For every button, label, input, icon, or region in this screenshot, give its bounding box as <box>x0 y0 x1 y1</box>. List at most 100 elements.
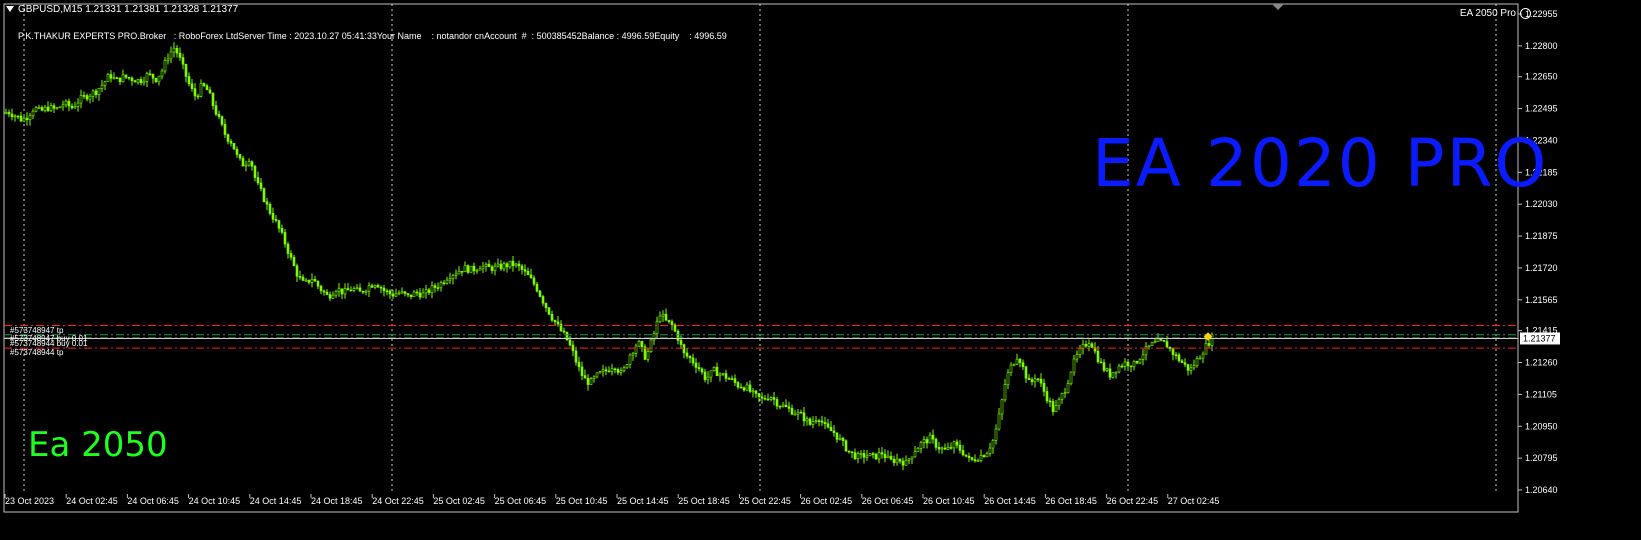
candle-body <box>277 220 281 229</box>
candle-body <box>1180 360 1184 363</box>
candle-body <box>1009 364 1013 374</box>
candle-body <box>469 265 473 273</box>
candle-body <box>1147 345 1151 347</box>
candle-body <box>52 105 56 109</box>
candle-body <box>25 117 29 121</box>
candle-body <box>583 375 587 379</box>
candle-body <box>601 369 605 372</box>
candle-body <box>100 84 104 89</box>
candle-body <box>55 107 59 110</box>
candle-body <box>832 430 836 434</box>
x-tick-label: 27 Oct 02:45 <box>1168 496 1220 506</box>
candle-body <box>46 106 50 111</box>
candle-body <box>253 165 257 178</box>
candle-body <box>1204 343 1208 355</box>
candle-body <box>1096 350 1100 363</box>
candle-body <box>796 411 800 415</box>
price-chart[interactable]: 1.21377 1.229551.228001.226501.224951.22… <box>0 0 1641 536</box>
candle-body <box>286 243 290 254</box>
candle-body <box>616 369 620 373</box>
overlay-title-blue: EA 2020 PRO <box>1092 125 1549 202</box>
candle-body <box>1183 362 1187 365</box>
y-tick-label: 1.22650 <box>1525 72 1558 82</box>
candle-body <box>433 285 437 288</box>
candle-body <box>988 447 992 454</box>
candle-body <box>709 370 713 378</box>
candle-body <box>1132 360 1136 368</box>
candle-body <box>670 321 674 326</box>
candle-body <box>574 350 578 363</box>
candle-body <box>823 422 827 424</box>
candle-body <box>718 373 722 377</box>
candle-body <box>103 81 107 86</box>
candle-body <box>58 106 62 109</box>
candle-body <box>586 377 590 385</box>
candle-body <box>706 376 710 381</box>
candle-body <box>28 115 32 121</box>
x-tick-label: 26 Oct 10:45 <box>923 496 975 506</box>
candle-body <box>637 341 641 347</box>
candle-body <box>334 291 338 296</box>
candle-body <box>40 107 44 111</box>
candle-body <box>946 447 950 450</box>
candle-body <box>955 441 959 446</box>
x-tick-label: 26 Oct 06:45 <box>862 496 914 506</box>
candle-body <box>325 291 329 295</box>
candle-body <box>457 270 461 275</box>
y-tick-label: 1.20640 <box>1525 485 1558 495</box>
candle-body <box>421 292 425 298</box>
candle-body <box>157 75 161 83</box>
candle-body <box>256 177 260 184</box>
candle-body <box>163 60 167 72</box>
candle-body <box>877 452 881 460</box>
candle-body <box>136 79 140 83</box>
candle-body <box>970 457 974 460</box>
candle-body <box>640 341 644 348</box>
candle-body <box>481 265 485 270</box>
candle-body <box>580 366 584 376</box>
candle-body <box>931 434 935 440</box>
candle-body <box>1135 360 1139 364</box>
candle-body <box>892 458 896 464</box>
candle-body <box>514 263 518 266</box>
candle-body <box>556 321 560 325</box>
y-tick-label: 1.21565 <box>1525 295 1558 305</box>
candle-body <box>364 290 368 293</box>
candle-body <box>484 263 488 267</box>
expert-advisor-label[interactable]: EA 2050 Pro <box>1460 8 1531 19</box>
x-tick-label: 24 Oct 18:45 <box>311 496 363 506</box>
candle-body <box>181 57 185 65</box>
candle-body <box>496 263 500 267</box>
candle-body <box>304 279 308 282</box>
candle-body <box>124 74 128 78</box>
candle-body <box>391 293 395 297</box>
candle-body <box>667 319 671 322</box>
candle-body <box>151 73 155 79</box>
candle-body <box>298 276 302 278</box>
overlay-title-green: Ea 2050 <box>28 425 168 465</box>
candle-body <box>775 399 779 407</box>
y-tick-label: 1.22800 <box>1525 41 1558 51</box>
candle-body <box>1045 391 1049 402</box>
candle-body <box>1177 354 1181 362</box>
candle-body <box>694 362 698 368</box>
candle-body <box>745 384 749 391</box>
candle-body <box>175 47 179 54</box>
candle-body <box>991 439 995 449</box>
candle-body <box>820 420 824 423</box>
candle-body <box>1012 363 1016 366</box>
candle-body <box>322 290 326 293</box>
candle-body <box>274 219 278 221</box>
candle-body <box>751 390 755 393</box>
candle-body <box>943 447 947 450</box>
candle-body <box>43 106 47 111</box>
dropdown-triangle-icon[interactable] <box>6 6 14 13</box>
candle-body <box>121 74 125 83</box>
candle-body <box>619 370 623 373</box>
candle-body <box>700 368 704 373</box>
candle-body <box>922 439 926 443</box>
candle-body <box>331 294 335 299</box>
chart-window[interactable]: 1.21377 1.22955 1.22800 1.22650 1.22495 1.22… <box>0 0 1641 536</box>
candle-body <box>535 283 539 292</box>
candle-body <box>115 77 119 79</box>
